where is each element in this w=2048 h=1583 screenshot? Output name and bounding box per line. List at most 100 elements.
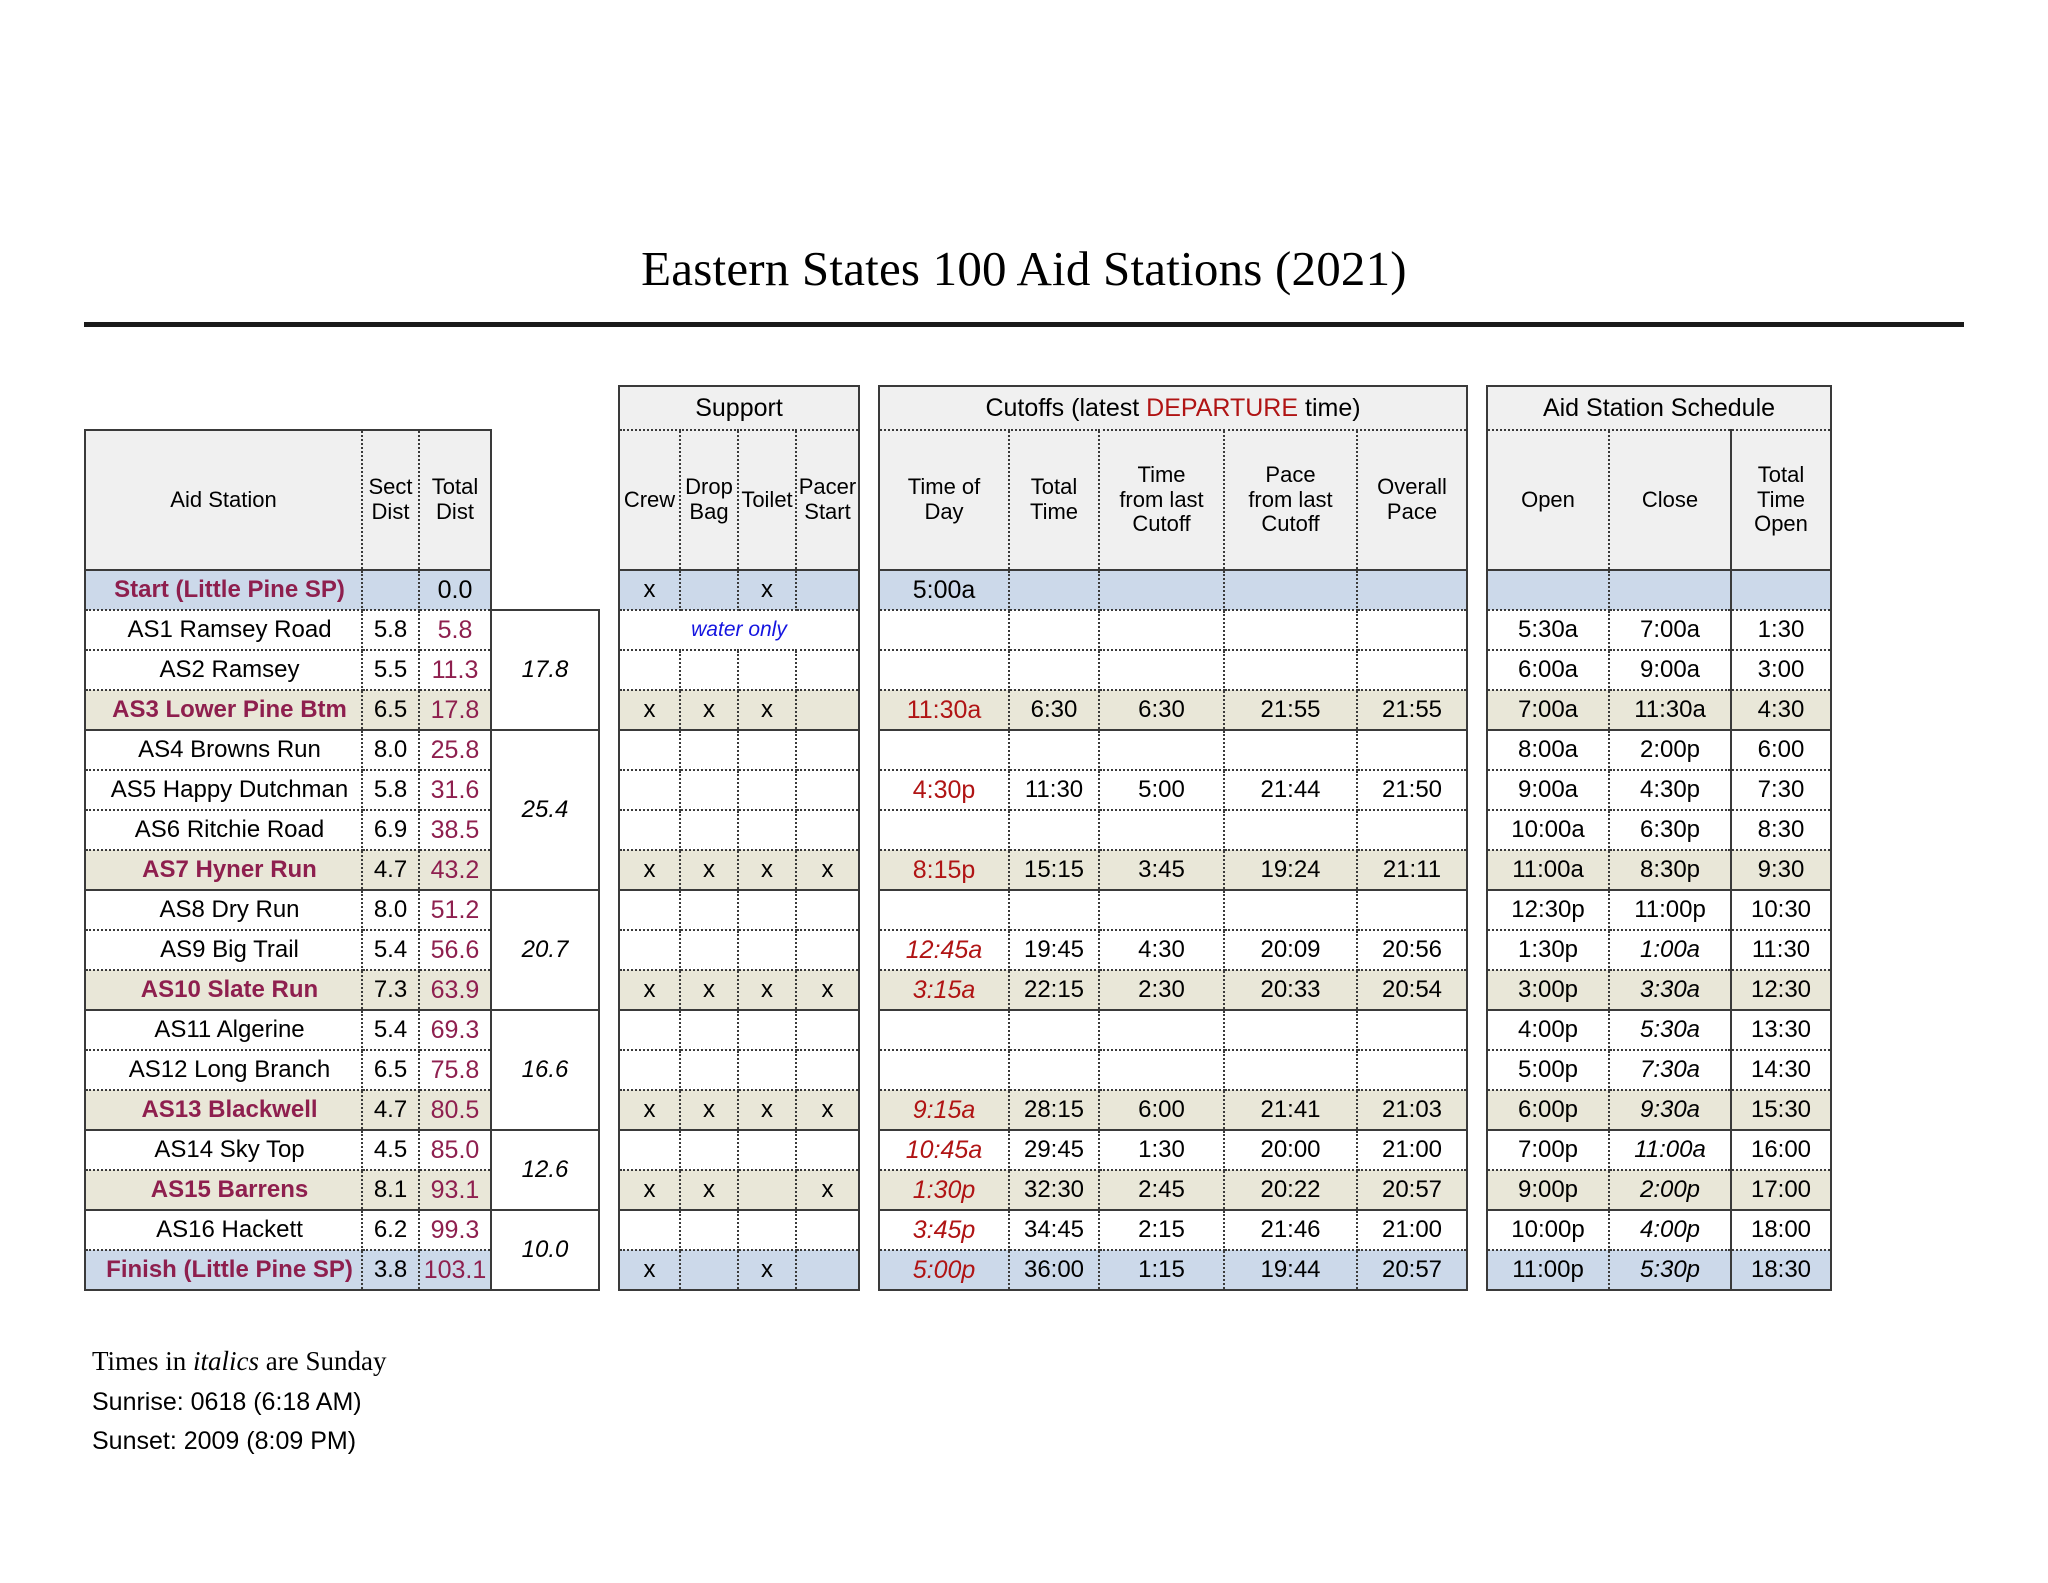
cell-drop-bag [680,930,739,971]
cell-aid-station: AS1 Ramsey Road [84,610,363,651]
cell-pacer-start: x [796,850,860,891]
cell-aid-station: AS16 Hackett [84,1210,363,1251]
column-gap [599,610,619,650]
cell-total-dist: 11.3 [419,650,492,691]
cell-support-note: water only [618,610,860,651]
cell-aid-station: AS14 Sky Top [84,1130,363,1171]
cell-crew [618,1210,681,1251]
column-gap [1467,610,1487,650]
cell-total-time: 6:30 [1009,690,1100,731]
column-gap [1467,690,1487,730]
cell-aid-station: AS3 Lower Pine Btm [84,690,363,731]
cell-total-dist: 69.3 [419,1010,492,1051]
cell-crew [618,1130,681,1171]
cell-time-from-last-cutoff: 5:00 [1099,770,1225,811]
column-gap [599,1090,619,1130]
cell-open: 5:30a [1486,610,1610,651]
cell-toilet [738,1050,797,1091]
cell-sect-dist: 4.5 [362,1130,420,1171]
cell-total-time: 19:45 [1009,930,1100,971]
group-header-row: Support Cutoffs (latest DEPARTURE time) Ai… [85,385,1832,431]
cell-aid-station: AS13 Blackwell [84,1090,363,1131]
cell-close: 11:00a [1609,1130,1732,1171]
cell-drop-bag [680,890,739,931]
cell-open: 8:00a [1486,730,1610,771]
col-header-crew: Crew [618,430,681,571]
column-gap [1467,930,1487,970]
cell-time-of-day: 10:45a [878,1130,1010,1171]
cell-time-of-day: 3:15a [878,970,1010,1011]
table-row: Start (Little Pine SP) 0.0 x x 5:00a [84,570,1832,611]
column-gap [1467,1050,1487,1090]
table-row: AS7 Hyner Run 4.7 43.2 x x x x 8:15p 15:15 3:45 19… [84,850,1832,891]
cell-close: 7:30a [1609,1050,1732,1091]
cell-overall-pace: 21:50 [1357,770,1468,811]
cell-time-from-last-cutoff [1099,1010,1225,1051]
cell-pace-from-last-cutoff: 20:22 [1224,1170,1358,1211]
cell-close: 7:00a [1609,610,1732,651]
cell-pace-from-last-cutoff: 20:00 [1224,1130,1358,1171]
column-gap [859,430,879,570]
col-header-toilet: Toilet [738,430,797,571]
cell-sect-dist: 5.4 [362,930,420,971]
cell-pacer-start [796,1010,860,1051]
column-gap [599,890,619,930]
cell-total-dist: 51.2 [419,890,492,931]
cell-aid-station: AS10 Slate Run [84,970,363,1011]
col-header-drop-bag: Drop Bag [680,430,739,571]
cell-aid-station: AS6 Ritchie Road [84,810,363,851]
column-gap [1467,770,1487,810]
cell-overall-pace [1357,810,1468,851]
cell-total-time-open: 10:30 [1731,890,1832,931]
cell-pacer-start [796,930,860,971]
cell-crew: x [618,1090,681,1131]
cell-sect-dist: 5.4 [362,1010,420,1051]
cell-open: 6:00p [1486,1090,1610,1131]
cell-open: 6:00a [1486,650,1610,691]
cell-toilet [738,650,797,691]
column-gap [1467,430,1487,570]
table-row: AS14 Sky Top 4.5 85.0 12.6 10:45a 29:45 1:30 20… [84,1129,1832,1211]
cell-overall-pace: 20:57 [1357,1250,1468,1291]
cell-total-time-open: 14:30 [1731,1050,1832,1091]
cell-drop-bag [680,1130,739,1171]
cell-drop-bag [680,1010,739,1051]
cell-aid-station: AS8 Dry Run [84,890,363,931]
cell-pace-from-last-cutoff: 21:55 [1224,690,1358,731]
column-gap [859,1050,879,1090]
column-gap [599,730,619,770]
cell-pace-from-last-cutoff [1224,610,1358,651]
cell-total-time-open: 18:30 [1731,1250,1832,1291]
cell-sect-dist: 8.0 [362,730,420,771]
cell-total-dist: 5.8 [419,610,492,651]
cell-drop-bag: x [680,690,739,731]
cell-crew [618,650,681,691]
cell-total-dist: 25.8 [419,730,492,771]
cell-time-of-day: 4:30p [878,770,1010,811]
cell-pace-from-last-cutoff [1224,810,1358,851]
cell-total-time [1009,890,1100,931]
cell-sect-dist: 6.5 [362,1050,420,1091]
cell-sect-dist: 6.9 [362,810,420,851]
group-header-cutoffs: Cutoffs (latest DEPARTURE time) [878,385,1468,431]
col-header-pace-from-last-cutoff: Pace from last Cutoff [1224,430,1358,571]
page-title: Eastern States 100 Aid Stations (2021) [641,241,1407,296]
column-gap [859,850,879,890]
cell-overall-pace: 21:00 [1357,1210,1468,1251]
column-gap [859,1210,879,1250]
cell-pace-from-last-cutoff: 19:24 [1224,850,1358,891]
cell-open: 7:00p [1486,1130,1610,1171]
cell-total-dist: 103.1 [419,1250,492,1291]
cell-close: 1:00a [1609,930,1732,971]
cell-time-of-day: 11:30a [878,690,1010,731]
cell-sect-dist: 4.7 [362,1090,420,1131]
cell-open [1486,570,1610,611]
cell-pacer-start: x [796,1170,860,1211]
column-gap [859,386,879,430]
cell-total-time [1009,1010,1100,1051]
cell-time-from-last-cutoff [1099,1050,1225,1091]
cell-total-time-open: 17:00 [1731,1170,1832,1211]
cell-overall-pace [1357,730,1468,771]
col-header-total-dist: Total Dist [419,429,492,571]
cell-toilet [738,810,797,851]
